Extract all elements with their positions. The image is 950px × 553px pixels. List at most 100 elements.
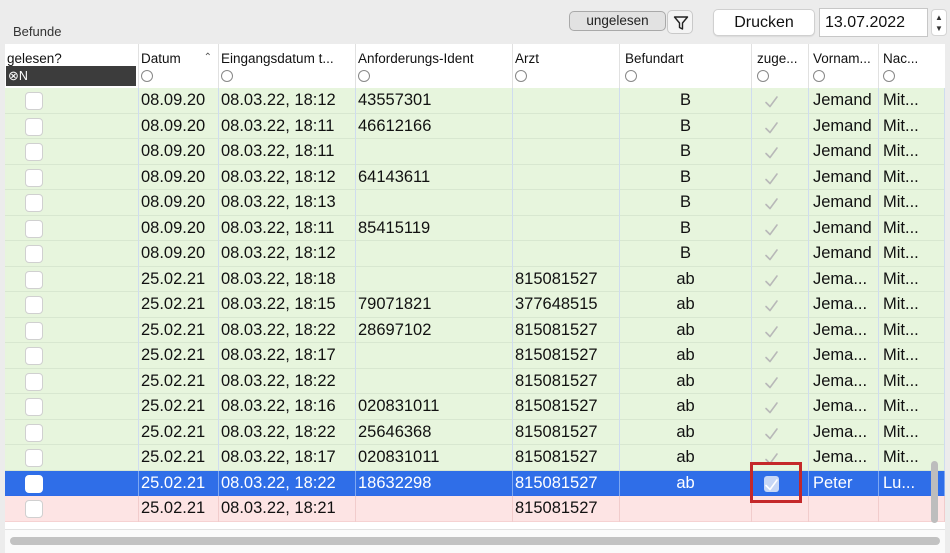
- column-label: Eingangsdatum t...: [221, 51, 334, 66]
- vertical-scrollbar[interactable]: [931, 461, 938, 523]
- assigned-checkbox[interactable]: [764, 119, 779, 135]
- column-filter-radio[interactable]: [883, 70, 895, 82]
- column-filter-radio[interactable]: [515, 70, 527, 82]
- cell-nachname: Mit...: [879, 317, 945, 343]
- assigned-checkbox[interactable]: [764, 425, 779, 441]
- column-filter-radio[interactable]: [757, 70, 769, 82]
- column-filter-field[interactable]: ⊗N: [6, 66, 136, 86]
- cell-zugeordnet: [752, 139, 809, 165]
- column-label: Befundart: [625, 51, 684, 66]
- cell-befundart: ab: [620, 266, 752, 292]
- read-checkbox[interactable]: [25, 296, 43, 314]
- read-checkbox[interactable]: [25, 219, 43, 238]
- cell-nachname: Mit...: [879, 241, 945, 267]
- table-row[interactable]: 08.09.20 08.03.22, 18:12 B Jemand Mit...: [5, 241, 945, 267]
- read-checkbox[interactable]: [25, 347, 43, 365]
- cell-ident: 64143611: [356, 164, 513, 190]
- table-row[interactable]: 25.02.21 08.03.22, 18:17 020831011 81508152…: [5, 445, 945, 471]
- assigned-checkbox[interactable]: [764, 348, 779, 364]
- read-checkbox[interactable]: [25, 449, 43, 467]
- read-checkbox[interactable]: [25, 194, 43, 212]
- read-checkbox[interactable]: [25, 143, 43, 161]
- cell-ident: [356, 139, 513, 165]
- table-row[interactable]: 08.09.20 08.03.22, 18:11 85415119 B Jemand Mi…: [5, 215, 945, 241]
- table-row[interactable]: 08.09.20 08.03.22, 18:13 B Jemand Mit...: [5, 190, 945, 216]
- read-checkbox[interactable]: [25, 423, 43, 442]
- table-row[interactable]: 08.09.20 08.03.22, 18:12 64143611 B Jemand Mi…: [5, 164, 945, 190]
- date-stepper[interactable]: ▲ ▼: [931, 9, 947, 36]
- cell-arzt: 815081527: [513, 496, 620, 522]
- cell-datum: 08.09.20: [139, 139, 219, 165]
- column-header-anforderungs-ident[interactable]: Anforderungs-Ident: [356, 44, 513, 88]
- table-row[interactable]: 25.02.21 08.03.22, 18:18 815081527 ab Jema..…: [5, 266, 945, 292]
- table-row[interactable]: 25.02.21 08.03.22, 18:16 020831011 81508152…: [5, 394, 945, 420]
- unread-filter-pill[interactable]: ungelesen: [569, 11, 666, 31]
- column-filter-radio[interactable]: [813, 70, 825, 82]
- read-checkbox[interactable]: [25, 245, 43, 263]
- read-checkbox[interactable]: [25, 372, 43, 391]
- cell-befundart: B: [620, 215, 752, 241]
- column-header-arzt[interactable]: Arzt: [513, 44, 620, 88]
- assigned-checkbox[interactable]: [764, 144, 779, 160]
- column-header-datum[interactable]: Datum ⌃: [139, 44, 219, 88]
- table-row[interactable]: 08.09.20 08.03.22, 18:12 43557301 B Jemand Mi…: [5, 88, 945, 114]
- read-checkbox[interactable]: [25, 500, 43, 518]
- cell-vorname: Jemand: [809, 215, 879, 241]
- column-header-nachname[interactable]: Nac...: [879, 44, 945, 88]
- cell-datum: 08.09.20: [139, 164, 219, 190]
- assigned-checkbox[interactable]: [764, 221, 779, 237]
- assigned-checkbox[interactable]: [764, 93, 779, 109]
- column-filter-radio[interactable]: [221, 70, 233, 82]
- assigned-checkbox[interactable]: [764, 399, 779, 415]
- assigned-checkbox[interactable]: [764, 272, 779, 288]
- column-header-eingangsdatum[interactable]: Eingangsdatum t...: [219, 44, 356, 88]
- print-button[interactable]: Drucken: [713, 9, 815, 36]
- filter-button[interactable]: [667, 10, 693, 34]
- column-header-vorname[interactable]: Vornam...: [809, 44, 879, 88]
- chevron-up-icon[interactable]: ▲: [935, 13, 943, 23]
- cell-vorname: Jema...: [809, 317, 879, 343]
- read-checkbox[interactable]: [25, 92, 43, 110]
- read-checkbox[interactable]: [25, 270, 43, 289]
- table-row[interactable]: 25.02.21 08.03.22, 18:15 79071821 377648515…: [5, 292, 945, 318]
- column-label: Nac...: [883, 51, 919, 66]
- assigned-checkbox[interactable]: [764, 195, 779, 211]
- cell-gelesen: [5, 88, 139, 114]
- chevron-down-icon[interactable]: ▼: [935, 24, 943, 34]
- table-row[interactable]: 25.02.21 08.03.22, 18:22 25646368 815081527…: [5, 419, 945, 445]
- horizontal-scrollbar-track[interactable]: [5, 529, 945, 553]
- table-row[interactable]: 25.02.21 08.03.22, 18:22 815081527 ab Jema..…: [5, 368, 945, 394]
- assigned-checkbox[interactable]: [764, 297, 779, 313]
- assigned-checkbox[interactable]: [764, 170, 779, 186]
- table-row[interactable]: 25.02.21 08.03.22, 18:22 28697102 815081527…: [5, 317, 945, 343]
- cell-gelesen: [5, 113, 139, 139]
- cell-datum: 08.09.20: [139, 88, 219, 114]
- column-header-zugeordnet[interactable]: zuge...: [752, 44, 809, 88]
- date-field[interactable]: 13.07.2022: [819, 8, 928, 37]
- read-checkbox[interactable]: [25, 321, 43, 340]
- table-row[interactable]: 25.02.21 08.03.22, 18:17 815081527 ab Jema..…: [5, 343, 945, 369]
- assigned-checkbox[interactable]: [764, 374, 779, 390]
- table-row[interactable]: 25.02.21 08.03.22, 18:22 18632298 815081527…: [5, 470, 945, 496]
- read-checkbox[interactable]: [25, 168, 43, 187]
- column-header-befundart[interactable]: Befundart: [620, 44, 752, 88]
- read-checkbox[interactable]: [25, 117, 43, 136]
- cell-gelesen: [5, 343, 139, 369]
- column-filter-radio[interactable]: [141, 70, 153, 82]
- horizontal-scrollbar[interactable]: [10, 537, 940, 545]
- cell-eingang: 08.03.22, 18:16: [219, 394, 356, 420]
- table-row[interactable]: 25.02.21 08.03.22, 18:21 815081527: [5, 496, 945, 522]
- assigned-checkbox[interactable]: [764, 246, 779, 262]
- column-label: Vornam...: [813, 51, 871, 66]
- cell-arzt: [513, 190, 620, 216]
- column-header-gelesen[interactable]: gelesen? ⊗N: [5, 44, 139, 88]
- column-filter-radio[interactable]: [358, 70, 370, 82]
- assigned-checkbox[interactable]: [764, 323, 779, 339]
- read-checkbox[interactable]: [25, 474, 43, 493]
- cell-nachname: Mit...: [879, 164, 945, 190]
- table-row[interactable]: 08.09.20 08.03.22, 18:11 B Jemand Mit...: [5, 139, 945, 165]
- clear-filter-icon[interactable]: ⊗: [8, 68, 19, 83]
- column-filter-radio[interactable]: [625, 70, 637, 82]
- read-checkbox[interactable]: [25, 398, 43, 416]
- table-row[interactable]: 08.09.20 08.03.22, 18:11 46612166 B Jemand Mi…: [5, 113, 945, 139]
